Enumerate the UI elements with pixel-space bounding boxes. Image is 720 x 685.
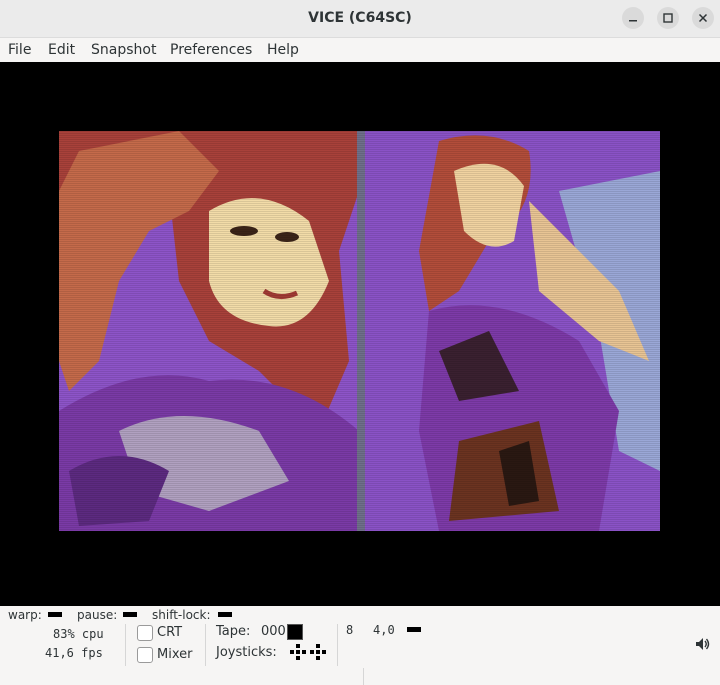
drive-number: 8 bbox=[346, 623, 354, 637]
shiftlock-led[interactable] bbox=[218, 612, 232, 617]
c64-display bbox=[59, 131, 660, 531]
mixer-checkbox[interactable] bbox=[137, 647, 153, 663]
maximize-icon bbox=[663, 13, 673, 23]
separator bbox=[363, 668, 364, 685]
tape-counter[interactable]: 000 bbox=[261, 624, 286, 639]
crt-label: CRT bbox=[157, 625, 183, 640]
joystick-icon[interactable] bbox=[290, 644, 330, 660]
tape-label: Tape: bbox=[216, 624, 251, 639]
warp-label: warp: bbox=[8, 608, 42, 622]
title-bar: VICE (C64SC) bbox=[0, 0, 720, 38]
emulator-screen[interactable] bbox=[0, 62, 720, 606]
crt-checkbox[interactable] bbox=[137, 625, 153, 641]
menu-snapshot[interactable]: Snapshot bbox=[91, 38, 156, 62]
menu-file[interactable]: File bbox=[8, 38, 31, 62]
pause-led[interactable] bbox=[123, 612, 137, 617]
menu-help[interactable]: Help bbox=[267, 38, 299, 62]
mixer-label: Mixer bbox=[157, 647, 193, 662]
volume-icon[interactable] bbox=[694, 636, 710, 652]
tape-status-icon[interactable] bbox=[287, 624, 303, 640]
menu-bar: File Edit Snapshot Preferences Help bbox=[0, 38, 720, 62]
separator bbox=[205, 624, 206, 666]
menu-preferences[interactable]: Preferences bbox=[170, 38, 252, 62]
drive-track: 4,0 bbox=[373, 623, 395, 637]
window-title: VICE (C64SC) bbox=[308, 10, 412, 26]
close-icon bbox=[698, 13, 708, 23]
close-button[interactable] bbox=[692, 7, 714, 29]
fps-counter: 41,6 fps bbox=[45, 646, 103, 660]
warp-led[interactable] bbox=[48, 612, 62, 617]
shiftlock-label: shift-lock: bbox=[152, 608, 211, 622]
joysticks-label: Joysticks: bbox=[216, 645, 277, 660]
minimize-icon bbox=[629, 20, 637, 22]
pause-label: pause: bbox=[77, 608, 118, 622]
separator bbox=[125, 624, 126, 666]
c64-picture bbox=[59, 131, 660, 531]
drive-led[interactable] bbox=[407, 627, 421, 632]
menu-edit[interactable]: Edit bbox=[48, 38, 75, 62]
minimize-button[interactable] bbox=[622, 7, 644, 29]
status-bar: warp: pause: shift-lock: 83% cpu 41,6 fp… bbox=[0, 606, 720, 685]
maximize-button[interactable] bbox=[657, 7, 679, 29]
separator bbox=[337, 624, 338, 666]
cpu-usage: 83% cpu bbox=[53, 627, 104, 641]
